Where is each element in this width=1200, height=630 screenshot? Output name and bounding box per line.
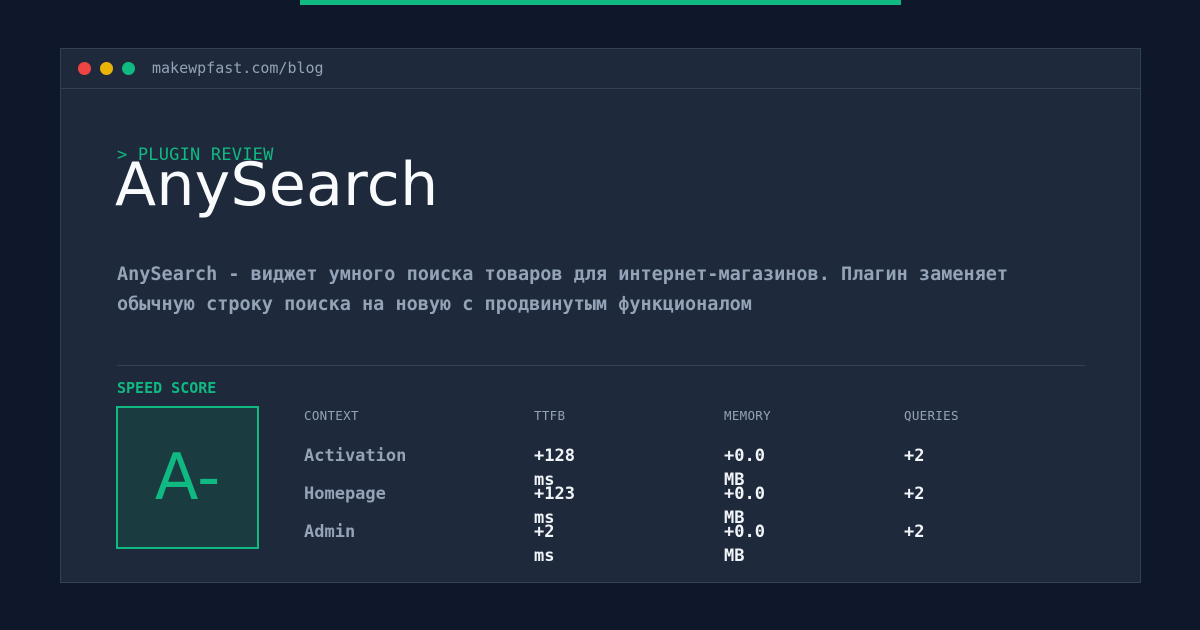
column-header-context: CONTEXT	[304, 408, 359, 423]
row-queries-activation: +2	[904, 446, 925, 466]
row-ttfb-admin: +2 ms	[534, 522, 555, 566]
column-header-memory: MEMORY	[724, 408, 771, 423]
row-context-activation: Activation	[304, 446, 407, 466]
column-header-ttfb: TTFB	[534, 408, 566, 423]
grade-badge: A-	[116, 406, 259, 549]
minimize-window-dot[interactable]	[100, 62, 113, 75]
row-memory-admin: +0.0 MB	[724, 522, 765, 566]
grade-value: A-	[154, 441, 221, 515]
speed-score-label: SPEED SCORE	[117, 379, 217, 397]
plugin-description: AnySearch - виджет умного поиска товаров…	[117, 264, 1009, 315]
row-queries-admin: +2	[904, 522, 925, 542]
row-queries-homepage: +2	[904, 484, 925, 504]
row-context-admin: Admin	[304, 522, 356, 542]
column-header-queries: QUERIES	[904, 408, 959, 423]
maximize-window-dot[interactable]	[122, 62, 135, 75]
page-title: AnySearch	[115, 150, 439, 220]
browser-window: makewpfast.com/blog > PLUGIN REVIEW AnyS…	[60, 48, 1141, 583]
top-accent-bar	[300, 0, 901, 5]
address-url[interactable]: makewpfast.com/blog	[152, 58, 324, 78]
close-window-dot[interactable]	[78, 62, 91, 75]
window-titlebar: makewpfast.com/blog	[61, 49, 1140, 89]
section-divider	[117, 365, 1085, 366]
row-context-homepage: Homepage	[304, 484, 386, 504]
